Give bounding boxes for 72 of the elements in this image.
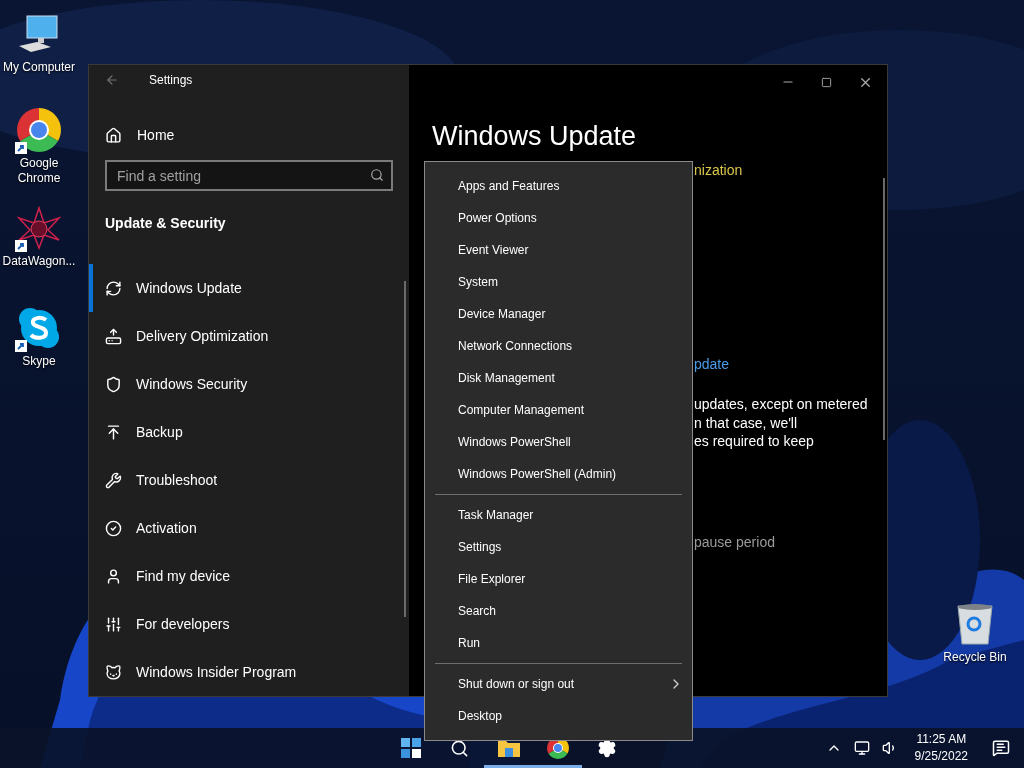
menu-item[interactable]: Shut down or sign out xyxy=(425,668,692,700)
sidebar-item[interactable]: Find my device xyxy=(89,552,409,600)
sidebar-item[interactable]: Delivery Optimization xyxy=(89,312,409,360)
home-link[interactable]: Home xyxy=(89,117,409,154)
sidebar-item[interactable]: Activation xyxy=(89,504,409,552)
scrollbar[interactable] xyxy=(883,178,885,440)
home-icon xyxy=(105,126,122,144)
wrench-icon xyxy=(105,471,122,489)
menu-item[interactable]: Windows PowerShell (Admin) xyxy=(425,458,692,490)
maximize-icon xyxy=(821,76,832,88)
menu-item[interactable]: Task Manager xyxy=(425,499,692,531)
shortcut-arrow-icon xyxy=(15,142,27,154)
upload-tray-icon xyxy=(105,327,122,345)
menu-item[interactable]: Network Connections xyxy=(425,330,692,362)
sidebar-item[interactable]: Windows Security xyxy=(89,360,409,408)
content-text: nization xyxy=(694,161,744,180)
network-icon[interactable] xyxy=(853,740,870,756)
desktop-icon-label[interactable]: DataWagon... xyxy=(2,254,76,269)
content-text: n that case, we'll xyxy=(694,413,799,432)
search-icon xyxy=(370,168,384,183)
menu-item[interactable]: Windows PowerShell xyxy=(425,426,692,458)
star-burst-icon xyxy=(17,206,61,250)
menu-item[interactable]: Disk Management xyxy=(425,362,692,394)
desktop-icon-label[interactable]: My Computer xyxy=(3,60,75,75)
link[interactable]: pdate xyxy=(694,354,887,373)
clock-date: 9/25/2022 xyxy=(914,748,968,765)
sidebar-item[interactable]: For developers xyxy=(89,600,409,648)
menu-item[interactable]: Desktop xyxy=(425,700,692,732)
skype-icon xyxy=(17,306,61,350)
page-title: Windows Update xyxy=(432,120,638,153)
scrollbar[interactable] xyxy=(404,281,406,617)
desktop-icon-label[interactable]: Google Chrome xyxy=(0,156,78,186)
content-text: es required to keep xyxy=(694,432,815,451)
sidebar-item[interactable]: Windows Insider Program xyxy=(89,648,409,696)
menu-item[interactable]: System xyxy=(425,266,692,298)
menu-item[interactable]: Computer Management xyxy=(425,394,692,426)
menu-item[interactable]: Device Manager xyxy=(425,298,692,330)
desktop-icon-label[interactable]: Skype xyxy=(22,354,56,369)
clock[interactable]: 11:25 AM 9/25/2022 xyxy=(906,731,976,765)
menu-item[interactable]: Event Viewer xyxy=(425,234,692,266)
computer-icon xyxy=(17,14,61,54)
sliders-icon xyxy=(105,615,122,633)
clock-time: 11:25 AM xyxy=(916,731,967,748)
maximize-button[interactable] xyxy=(821,76,832,88)
start-icon xyxy=(400,738,421,758)
folder-icon xyxy=(497,739,520,757)
menu-item[interactable]: Search xyxy=(425,595,692,627)
search-field[interactable]: Find a setting xyxy=(105,160,393,192)
chrome-icon xyxy=(17,108,61,152)
content-text: pause period xyxy=(694,532,776,551)
refresh-icon xyxy=(105,279,122,297)
menu-item[interactable]: Power Options xyxy=(425,202,692,234)
check-circle-icon xyxy=(105,519,122,537)
upload-arrow-icon xyxy=(105,423,122,441)
menu-item[interactable]: Apps and Features xyxy=(425,170,692,202)
section-heading: Update & Security xyxy=(105,215,227,233)
menu-item[interactable]: Run xyxy=(425,627,692,659)
search-icon xyxy=(450,738,469,758)
menu-item[interactable]: Settings xyxy=(425,531,692,563)
cat-icon xyxy=(105,663,122,681)
shortcut-arrow-icon xyxy=(15,240,27,252)
shortcut-arrow-icon xyxy=(15,340,27,352)
shield-icon xyxy=(105,375,122,393)
sidebar-item[interactable]: Troubleshoot xyxy=(89,456,409,504)
sidebar-item[interactable]: Backup xyxy=(89,408,409,456)
person-icon xyxy=(105,567,122,585)
recycle-bin-icon xyxy=(955,602,995,646)
window-title: Settings xyxy=(149,73,193,88)
notification-icon[interactable] xyxy=(992,739,1010,757)
desktop-icon-label[interactable]: Recycle Bin xyxy=(943,650,1007,665)
content-text: updates, except on metered xyxy=(694,395,869,414)
menu-item[interactable]: File Explorer xyxy=(425,563,692,595)
